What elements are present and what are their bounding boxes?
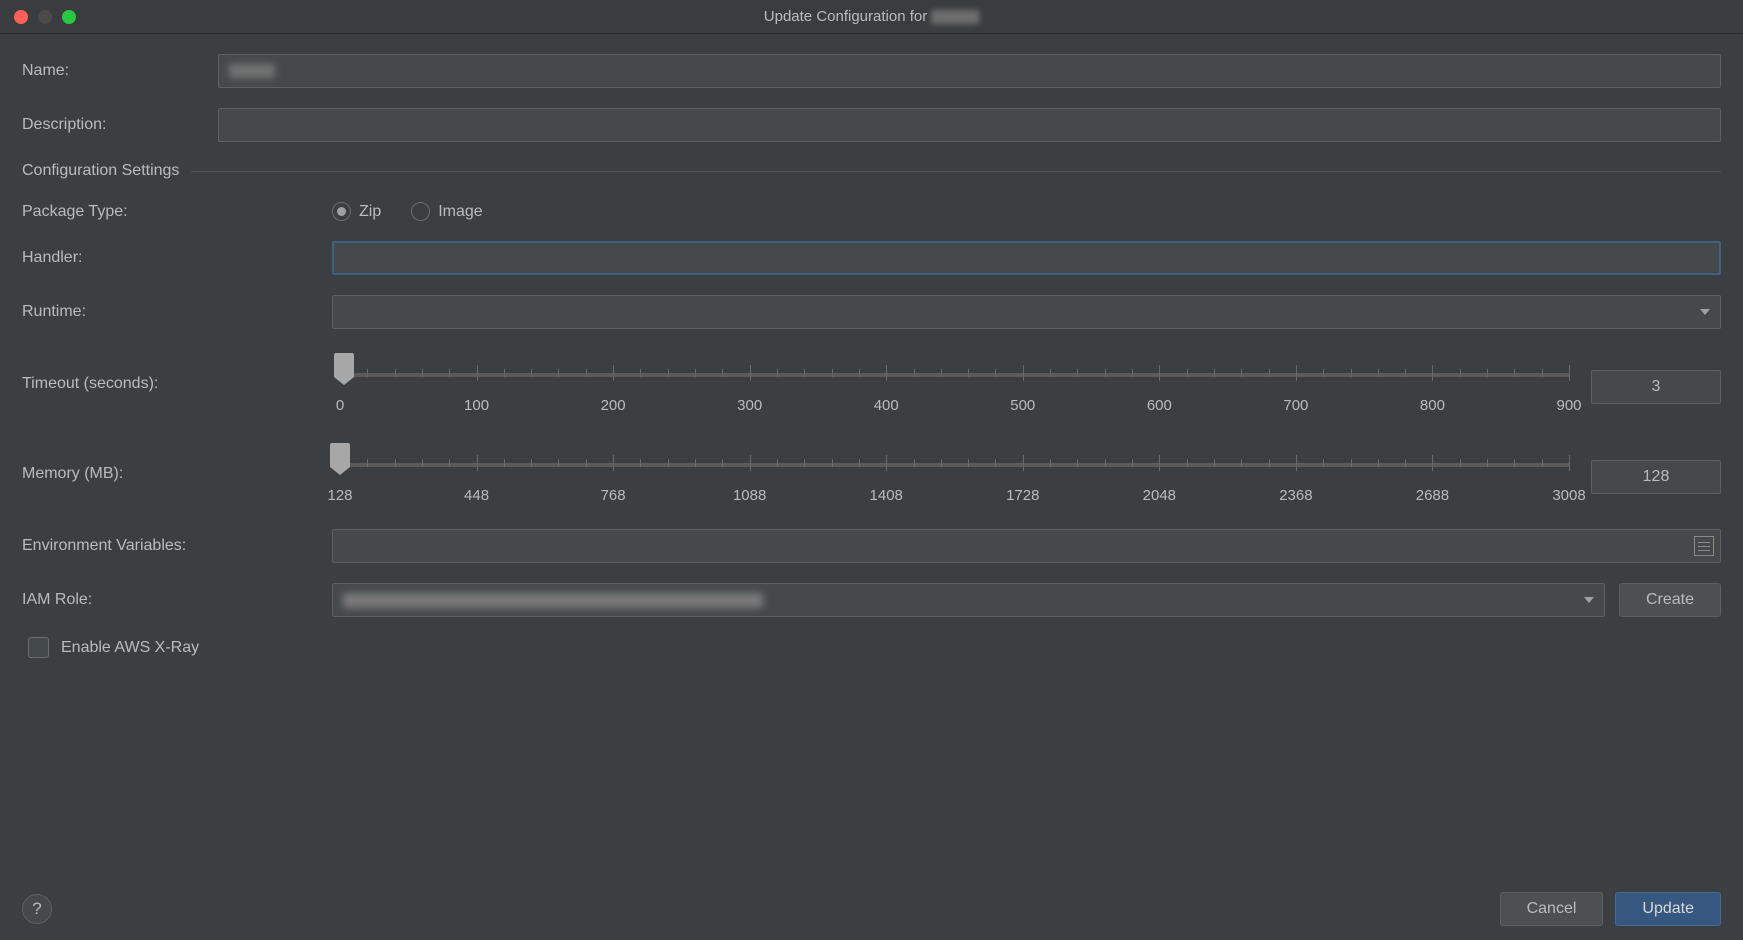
slider-tick-label: 300	[737, 397, 762, 414]
window-title-redacted	[931, 10, 979, 24]
chevron-down-icon	[1584, 597, 1594, 603]
name-value-redacted	[229, 64, 275, 78]
help-icon[interactable]: ?	[22, 894, 52, 924]
slider-tick-label: 400	[874, 397, 899, 414]
package-type-zip-radio[interactable]: Zip	[332, 202, 381, 221]
handler-input[interactable]	[332, 241, 1721, 275]
slider-tick-label: 500	[1010, 397, 1035, 414]
radio-label-zip: Zip	[359, 203, 381, 221]
package-type-image-radio[interactable]: Image	[411, 202, 482, 221]
runtime-select[interactable]	[332, 295, 1721, 329]
slider-tick-label: 200	[601, 397, 626, 414]
handler-label: Handler:	[22, 249, 332, 267]
section-divider	[191, 171, 1721, 172]
env-vars-row: Environment Variables:	[22, 529, 1721, 563]
timeout-value-input[interactable]	[1591, 370, 1721, 404]
xray-label: Enable AWS X-Ray	[61, 639, 199, 657]
update-button[interactable]: Update	[1615, 892, 1721, 926]
close-window-button[interactable]	[14, 10, 28, 24]
memory-row: Memory (MB): 128 448 768 1088 1408 1728 2048 23…	[22, 439, 1721, 509]
xray-checkbox[interactable]	[28, 637, 49, 658]
chevron-down-icon	[1700, 309, 1710, 315]
create-role-button[interactable]: Create	[1619, 583, 1721, 617]
configuration-settings-header: Configuration Settings	[22, 162, 1721, 180]
maximize-window-button[interactable]	[62, 10, 76, 24]
radio-icon	[411, 202, 430, 221]
cancel-button[interactable]: Cancel	[1500, 892, 1604, 926]
xray-row: Enable AWS X-Ray	[22, 637, 1721, 658]
iam-role-label: IAM Role:	[22, 591, 332, 609]
runtime-row: Runtime:	[22, 295, 1721, 329]
description-row: Description:	[22, 108, 1721, 142]
list-icon[interactable]	[1694, 536, 1714, 556]
package-type-radio-group: Zip Image	[332, 202, 483, 221]
slider-tick-label: 800	[1420, 397, 1445, 414]
slider-tick-label: 3008	[1552, 487, 1585, 504]
slider-tick-label: 900	[1556, 397, 1581, 414]
package-type-row: Package Type: Zip Image	[22, 202, 1721, 221]
slider-thumb[interactable]	[330, 443, 350, 467]
radio-icon	[332, 202, 351, 221]
timeout-slider[interactable]: 0100200300400500600700800900	[332, 349, 1577, 419]
slider-tick-label: 128	[327, 487, 352, 504]
slider-tick-label: 768	[601, 487, 626, 504]
package-type-label: Package Type:	[22, 203, 332, 221]
minimize-window-button[interactable]	[38, 10, 52, 24]
titlebar: Update Configuration for	[0, 0, 1743, 34]
timeout-label: Timeout (seconds):	[22, 375, 332, 393]
name-input[interactable]	[218, 54, 1721, 88]
radio-label-image: Image	[438, 203, 482, 221]
env-vars-input[interactable]	[343, 530, 1694, 562]
handler-row: Handler:	[22, 241, 1721, 275]
env-vars-field	[332, 529, 1721, 563]
env-vars-label: Environment Variables:	[22, 537, 332, 555]
slider-tick-label: 2688	[1416, 487, 1449, 504]
slider-tick-label: 0	[336, 397, 344, 414]
slider-tick-label: 100	[464, 397, 489, 414]
slider-tick-label: 1088	[733, 487, 766, 504]
slider-tick-label: 700	[1283, 397, 1308, 414]
slider-tick-label: 2368	[1279, 487, 1312, 504]
section-title: Configuration Settings	[22, 162, 179, 180]
iam-role-select[interactable]	[332, 583, 1605, 617]
name-label: Name:	[22, 62, 218, 80]
description-label: Description:	[22, 116, 218, 134]
slider-tick-label: 448	[464, 487, 489, 504]
slider-tick-label: 1728	[1006, 487, 1039, 504]
timeout-row: Timeout (seconds): 0 100 200 300 400 500 600 70…	[22, 349, 1721, 419]
memory-slider[interactable]: 1284487681088140817282048236826883008	[332, 439, 1577, 509]
memory-label: Memory (MB):	[22, 465, 332, 483]
slider-tick-label: 1408	[870, 487, 903, 504]
description-input[interactable]	[218, 108, 1721, 142]
name-row: Name:	[22, 54, 1721, 88]
memory-value-input[interactable]	[1591, 460, 1721, 494]
iam-role-row: IAM Role: Create	[22, 583, 1721, 617]
window-title-prefix: Update Configuration for	[764, 8, 927, 25]
iam-role-value-redacted	[343, 593, 763, 608]
traffic-lights	[14, 10, 76, 24]
window-title: Update Configuration for	[764, 8, 979, 25]
slider-thumb[interactable]	[334, 353, 354, 377]
slider-tick-label: 600	[1147, 397, 1172, 414]
dialog-footer: ? Cancel Update	[22, 892, 1721, 926]
slider-tick-label: 2048	[1143, 487, 1176, 504]
runtime-label: Runtime:	[22, 303, 332, 321]
